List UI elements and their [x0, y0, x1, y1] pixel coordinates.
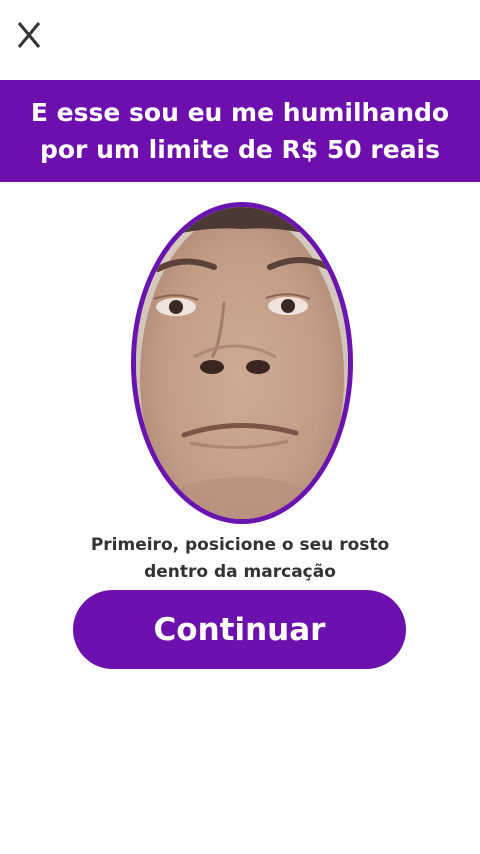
close-button[interactable] [10, 12, 48, 58]
face-photo [136, 207, 348, 519]
continue-button[interactable]: Continuar [73, 590, 406, 669]
face-oval-frame [131, 202, 353, 524]
close-icon [17, 22, 41, 48]
face-capture-screen: E esse sou eu me humilhando por um limit… [0, 0, 480, 854]
banner-text: E esse sou eu me humilhando por um limit… [30, 98, 450, 164]
instruction-text: Primeiro, posicione o seu rosto dentro d… [90, 535, 390, 582]
top-banner: E esse sou eu me humilhando por um limit… [0, 80, 480, 182]
continue-button-label: Continuar [153, 611, 326, 648]
